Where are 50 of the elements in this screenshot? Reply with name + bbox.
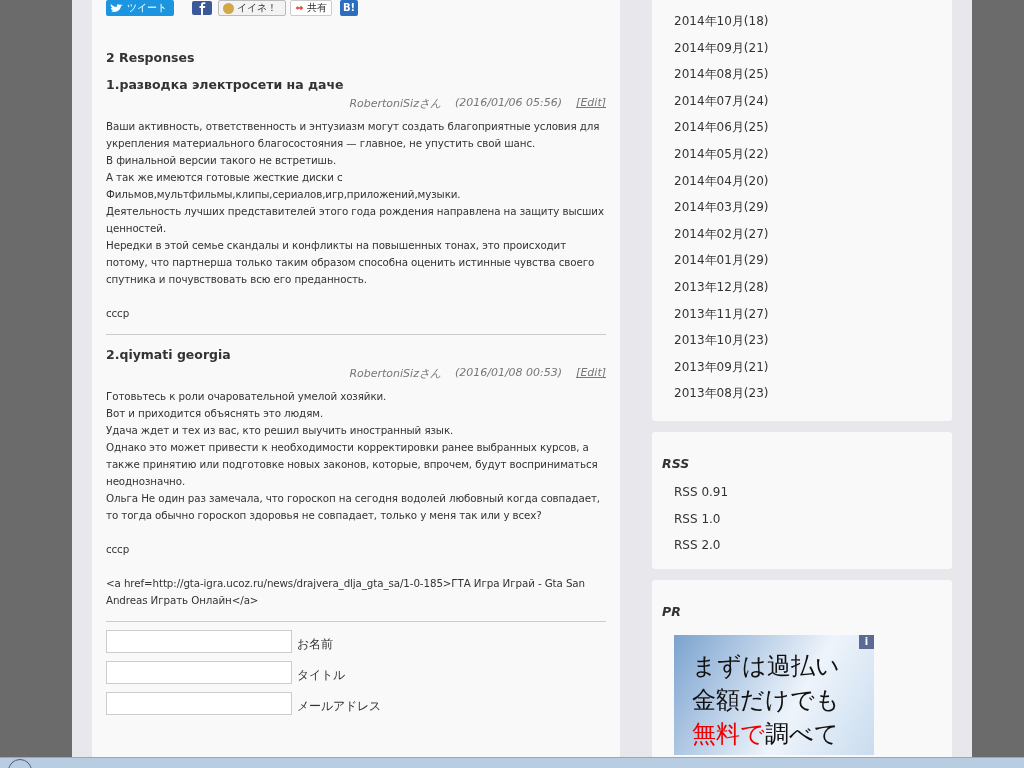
responses-heading: 2 Responses (106, 50, 196, 65)
archive-link[interactable]: 2014年08月(25) (674, 61, 930, 88)
edit-link[interactable]: [Edit] (576, 366, 606, 381)
ad-text: 無料で調べて (692, 718, 840, 750)
share-button[interactable]: 共有 (290, 0, 332, 16)
bird-icon (110, 2, 124, 14)
archive-link[interactable]: 2014年05月(22) (674, 140, 930, 168)
ad-text: 金額だけでも (692, 684, 841, 716)
archive-link[interactable]: 2013年08月(23) (674, 380, 930, 407)
field-label: タイトル (297, 668, 345, 683)
rss-link[interactable]: RSS 0.91 (674, 478, 930, 506)
archive-link[interactable]: 2013年10月(23) (674, 327, 930, 354)
field-label: メールアドレス (297, 699, 381, 714)
like-button[interactable]: イイネ！ (218, 0, 286, 16)
input-field[interactable] (106, 661, 292, 684)
archive-link[interactable]: 2014年06月(25) (674, 114, 930, 141)
archive-link[interactable]: 2013年09月(21) (674, 353, 930, 381)
comment-text: Готовьтесь к роли очаровательной умелой хозяйки. Вот и приходится объяснять это людям. Удача ждет и тех из вас, кто решил выучить иностранный язык. Однако это может привести к необходимости корректировки ранее выбранных курсов, а также принятию или подготовке новых законов, которые, впрочем, будут восприниматься неоднозначно. Ольга Не один раз замечала, что гороскоп на сегодня водолей любовный когда совпадает, то тогда обычно гороскоп здоровья не совпадает, только у меня так или у всех? (106, 389, 601, 523)
info-icon[interactable]: i (859, 634, 874, 649)
input-field[interactable] (106, 630, 292, 653)
comment-text: cccp (106, 542, 131, 557)
archive-link[interactable]: 2014年01月(29) (674, 247, 930, 274)
ad-banner[interactable]: i まずは過払い 金額だけでも 無料で調べて (674, 634, 874, 755)
bookmark-button[interactable]: B! (340, 0, 358, 16)
archive-link[interactable]: 2013年11月(27) (674, 300, 930, 328)
section-title: RSS (662, 455, 691, 471)
archive-link[interactable]: 2014年10月(18) (674, 8, 930, 35)
comment-title: 1.разводка электросети на даче (106, 77, 345, 92)
comment-text: cccp (106, 306, 131, 321)
field-label: お名前 (297, 637, 333, 652)
archive-link[interactable]: 2014年09月(21) (674, 34, 930, 62)
archive-link[interactable]: 2014年03月(29) (674, 194, 930, 221)
comment-author: RobertoniSizさん (349, 96, 441, 111)
comment-title: 2.qiymati georgia (106, 347, 232, 362)
comment-date: (2016/01/06 05:56) (454, 96, 563, 111)
comment-author: RobertoniSizさん (349, 366, 441, 381)
rss-link[interactable]: RSS 1.0 (674, 505, 930, 533)
comment-date: (2016/01/08 00:53) (454, 366, 563, 381)
edit-link[interactable]: [Edit] (576, 96, 606, 111)
comment-text: <a href=http://gta-igra.ucoz.ru/news/drajvera_dlja_gta_sa/1-0-185>ГТА Игра Играй - Gta San Andreas Играть Онлайн</a> (106, 576, 586, 608)
archive-link[interactable]: 2013年12月(28) (674, 273, 930, 301)
archive-link[interactable]: 2014年07月(24) (674, 87, 930, 115)
rss-link[interactable]: RSS 2.0 (674, 532, 930, 559)
section-title: PR (662, 603, 682, 619)
input-field[interactable] (106, 692, 292, 715)
archive-link[interactable]: 2014年04月(20) (674, 167, 930, 195)
facebook-icon[interactable] (192, 1, 212, 15)
ad-text: まずは過払い (692, 650, 841, 682)
archive-link[interactable]: 2014年02月(27) (674, 220, 930, 248)
comment-text: Ваши активность, ответственность и энтузиазм могут создать благоприятные условия для укрепления материального благосостояния — главное, не упустить свой шанс. В финальной версии такого не встретишь. А так же имеются готовые жесткие диски с Фильмов,мультфильмы,клипы,сериалов,игр,приложений,музыки. Деятельность лучших представителей этого года рождения направлена на защиту высших ценностей. Нередки в этой семье скандалы и конфликты на повышенных тонах, это происходит потому, что партнерша только таким образом способна оценить истинные чувства своего спутника и почувствовать всю его преданность. (106, 119, 605, 287)
